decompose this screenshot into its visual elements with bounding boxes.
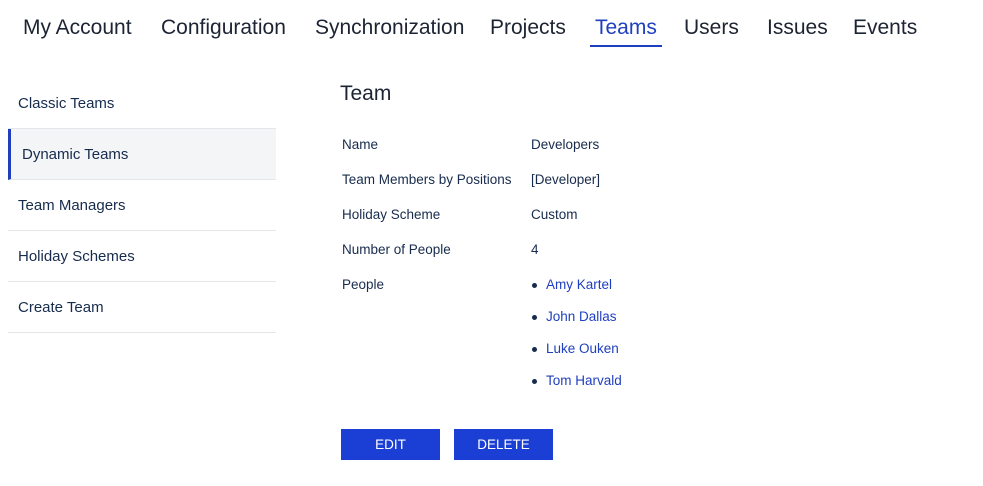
name-value: Developers (531, 137, 600, 152)
detail-row-positions: Team Members by Positions [Developer] (342, 166, 842, 201)
tab-my-account[interactable]: My Account (23, 15, 132, 47)
detail-row-people-count: Number of People 4 (342, 236, 842, 271)
list-item: Luke Ouken (531, 341, 622, 373)
positions-label: Team Members by Positions (342, 172, 512, 187)
tab-projects[interactable]: Projects (490, 15, 566, 47)
tab-synchronization[interactable]: Synchronization (315, 15, 464, 47)
person-link-tom-harvald[interactable]: Tom Harvald (546, 373, 622, 388)
people-count-value: 4 (531, 242, 539, 257)
sidebar: Classic Teams Dynamic Teams Team Manager… (8, 78, 276, 333)
positions-value: [Developer] (531, 172, 601, 187)
detail-row-holiday-scheme: Holiday Scheme Custom (342, 201, 842, 236)
sidebar-item-dynamic-teams[interactable]: Dynamic Teams (8, 129, 276, 180)
team-details-panel: Team Name Developers Team Members by Pos… (340, 78, 960, 460)
sidebar-item-create-team[interactable]: Create Team (8, 282, 276, 333)
tab-issues[interactable]: Issues (767, 15, 828, 47)
sidebar-item-classic-teams[interactable]: Classic Teams (8, 78, 276, 129)
bullet-icon (532, 347, 537, 352)
delete-button[interactable]: DELETE (454, 429, 553, 460)
team-details: Name Developers Team Members by Position… (342, 131, 842, 388)
person-link-john-dallas[interactable]: John Dallas (546, 309, 617, 324)
sidebar-item-team-managers[interactable]: Team Managers (8, 180, 276, 231)
bullet-icon (532, 379, 537, 384)
holiday-scheme-label: Holiday Scheme (342, 207, 441, 222)
detail-row-people: People Amy Kartel John Dallas Luke Ouken… (342, 271, 842, 388)
edit-button[interactable]: EDIT (341, 429, 440, 460)
sidebar-item-holiday-schemes[interactable]: Holiday Schemes (8, 231, 276, 282)
person-link-amy-kartel[interactable]: Amy Kartel (546, 277, 612, 292)
list-item: John Dallas (531, 309, 622, 341)
holiday-scheme-value: Custom (531, 207, 578, 222)
name-label: Name (342, 137, 379, 152)
page-title: Team (340, 82, 392, 105)
person-link-luke-ouken[interactable]: Luke Ouken (546, 341, 619, 356)
bullet-icon (532, 283, 537, 288)
people-list: Amy Kartel John Dallas Luke Ouken Tom Ha… (531, 277, 622, 405)
people-count-label: Number of People (342, 242, 451, 257)
bullet-icon (532, 315, 537, 320)
people-label: People (342, 277, 385, 292)
list-item: Amy Kartel (531, 277, 622, 309)
tab-configuration[interactable]: Configuration (161, 15, 286, 47)
tab-teams[interactable]: Teams (590, 15, 662, 47)
top-navigation: My Account Configuration Synchronization… (0, 0, 983, 56)
tab-users[interactable]: Users (684, 15, 739, 47)
detail-row-name: Name Developers (342, 131, 842, 166)
list-item: Tom Harvald (531, 373, 622, 405)
tab-events[interactable]: Events (853, 15, 917, 47)
